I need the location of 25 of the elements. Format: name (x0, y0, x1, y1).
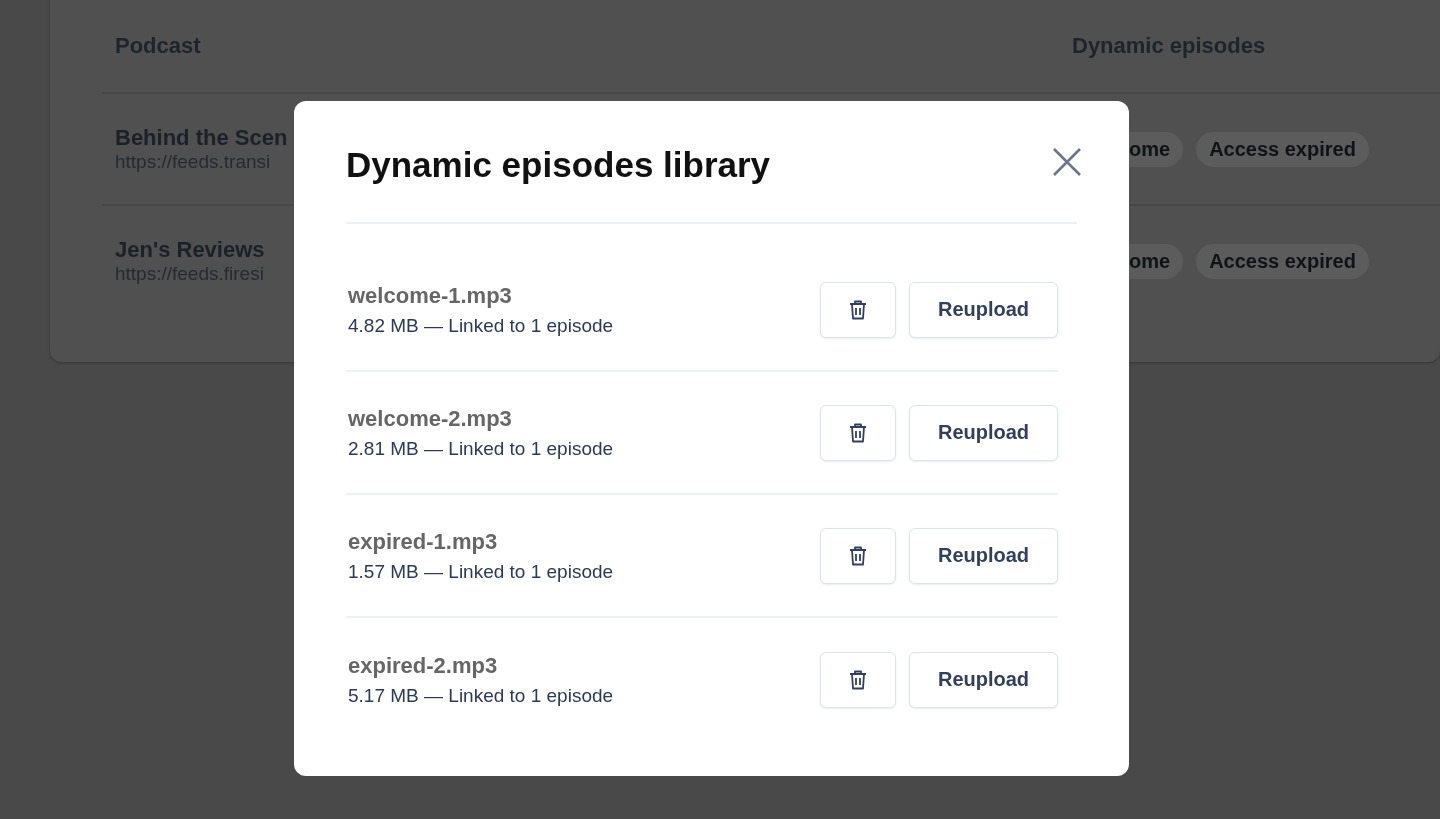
file-name: expired-1.mp3 (348, 528, 499, 555)
trash-icon (849, 669, 867, 690)
file-details: 4.82 MB — Linked to 1 episode (348, 314, 615, 337)
file-details: 1.57 MB — Linked to 1 episode (348, 560, 615, 583)
file-details: 5.17 MB — Linked to 1 episode (348, 684, 615, 707)
trash-icon (849, 545, 867, 566)
delete-button[interactable] (820, 527, 896, 584)
file-name: welcome-2.mp3 (348, 405, 513, 432)
close-button[interactable] (1052, 146, 1082, 177)
episode-tag: Access expired (1196, 131, 1369, 167)
close-icon (1052, 146, 1082, 177)
reupload-button[interactable]: Reupload (909, 404, 1058, 461)
trash-icon (849, 422, 867, 443)
delete-button[interactable] (820, 404, 896, 461)
file-details: 2.81 MB — Linked to 1 episode (348, 437, 615, 460)
delete-button[interactable] (820, 281, 896, 338)
reupload-button[interactable]: Reupload (909, 281, 1058, 338)
trash-icon (849, 299, 867, 320)
episode-tag: Access expired (1196, 243, 1369, 279)
modal-title: Dynamic episodes library (346, 143, 771, 185)
file-name: expired-2.mp3 (348, 652, 499, 679)
reupload-button[interactable]: Reupload (909, 527, 1058, 584)
delete-button[interactable] (820, 651, 896, 708)
reupload-button[interactable]: Reupload (909, 651, 1058, 708)
file-name: welcome-1.mp3 (348, 282, 513, 309)
